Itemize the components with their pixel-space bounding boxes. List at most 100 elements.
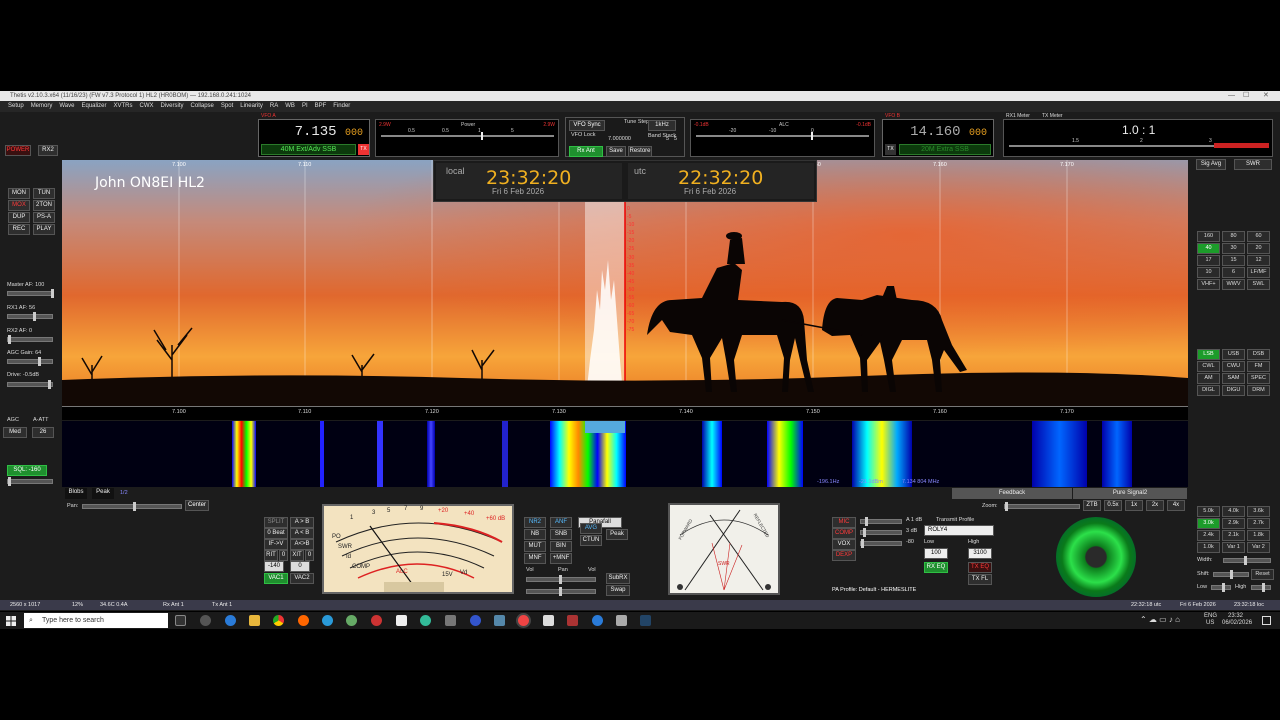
app-icon[interactable] xyxy=(592,615,603,626)
agc-mode-select[interactable]: Med xyxy=(3,427,27,438)
menu-collapse[interactable]: Collapse xyxy=(191,101,214,112)
a-to-b-button[interactable]: A > B xyxy=(290,517,314,528)
peak-button[interactable]: Peak xyxy=(92,488,114,499)
mode-cwu[interactable]: CWU xyxy=(1222,361,1245,372)
zoom-slider[interactable] xyxy=(1004,502,1080,511)
vox-slider[interactable] xyxy=(860,539,902,548)
vox-button[interactable]: VOX xyxy=(832,539,856,550)
filter-2-4k[interactable]: 2.4k xyxy=(1197,530,1220,541)
menu-ra[interactable]: RA xyxy=(270,101,278,112)
menu-wb[interactable]: WB xyxy=(285,101,295,112)
avg-button[interactable]: AVG xyxy=(580,523,602,534)
maximize-icon[interactable]: ☐ xyxy=(1243,91,1249,101)
menu-wave[interactable]: Wave xyxy=(59,101,74,112)
band-160[interactable]: 160 xyxy=(1197,231,1220,242)
filter-var1[interactable]: Var 1 xyxy=(1222,542,1245,553)
mic-button[interactable]: MIC xyxy=(832,517,856,528)
a-swap-b-button[interactable]: A<>B xyxy=(290,539,314,550)
vfo-a-tx-button[interactable]: TX xyxy=(358,144,369,155)
balance-slider[interactable] xyxy=(526,587,596,596)
close-icon[interactable]: ✕ xyxy=(1263,91,1269,101)
mnf-button[interactable]: MNF xyxy=(524,553,546,564)
app-icon[interactable] xyxy=(396,615,407,626)
menu-memory[interactable]: Memory xyxy=(31,101,53,112)
bin-button[interactable]: BIN xyxy=(550,541,572,552)
low-slider[interactable] xyxy=(1211,583,1231,592)
app-icon[interactable] xyxy=(371,615,382,626)
mode-spec[interactable]: SPEC xyxy=(1247,373,1270,384)
agc-gain-slider[interactable] xyxy=(7,357,53,366)
power-button[interactable]: POWER xyxy=(5,145,31,156)
rit-button[interactable]: RIT xyxy=(264,550,278,561)
zoom-2x[interactable]: 2x xyxy=(1146,500,1164,511)
filter-1-8k[interactable]: 1.8k xyxy=(1247,530,1270,541)
zero-beat-button[interactable]: 0 Beat xyxy=(264,528,288,539)
drive-slider[interactable] xyxy=(7,380,53,389)
band-lf-mf[interactable]: LF/MF xyxy=(1247,267,1270,278)
filter-3-6k[interactable]: 3.6k xyxy=(1247,506,1270,517)
menu-xvtrs[interactable]: XVTRs xyxy=(114,101,133,112)
file-explorer-icon[interactable] xyxy=(249,615,260,626)
dexp-button[interactable]: DEXP xyxy=(832,550,856,561)
tx-eq-button[interactable]: TX EQ xyxy=(968,562,992,573)
tx-meter-mode-select[interactable]: SWR xyxy=(1234,159,1272,170)
zoom-4x[interactable]: 4x xyxy=(1167,500,1185,511)
mode-lsb[interactable]: LSB xyxy=(1197,349,1220,360)
band-60[interactable]: 60 xyxy=(1247,231,1270,242)
app-icon[interactable] xyxy=(543,615,554,626)
band-20[interactable]: 20 xyxy=(1247,243,1270,254)
mox-button[interactable]: MOX xyxy=(8,200,30,211)
vac1-button[interactable]: VAC1 xyxy=(264,573,288,584)
menu-setup[interactable]: Setup xyxy=(8,101,24,112)
tray-icons[interactable]: ⌃ ☁ ▭ ♪ ⌂ xyxy=(1140,615,1180,624)
filter-3-0k[interactable]: 3.0k xyxy=(1197,518,1220,529)
band-10[interactable]: 10 xyxy=(1197,267,1220,278)
band-vhf[interactable]: VHF+ xyxy=(1197,279,1220,290)
rx-meter-mode-select[interactable]: Sig Avg xyxy=(1196,159,1226,170)
mic-gain-slider[interactable] xyxy=(860,517,902,526)
band-wwv[interactable]: WWV xyxy=(1222,279,1245,290)
chrome-icon[interactable] xyxy=(273,615,284,626)
band-80[interactable]: 80 xyxy=(1222,231,1245,242)
vfo-b-display[interactable]: VFO B 14.160 000 TX 20M Extra SSB xyxy=(882,113,994,157)
task-view-icon[interactable] xyxy=(175,615,186,626)
vac2-button[interactable]: VAC2 xyxy=(290,573,314,584)
tune-step-select[interactable]: 1kHz xyxy=(648,120,676,131)
nr2-button[interactable]: NR2 xyxy=(524,517,546,528)
mon-button[interactable]: MON xyxy=(8,188,30,199)
menu-equalizer[interactable]: Equalizer xyxy=(81,101,106,112)
mode-fm[interactable]: FM xyxy=(1247,361,1270,372)
master-af-slider[interactable] xyxy=(7,289,54,298)
comp-button[interactable]: COMP xyxy=(832,528,856,539)
ctun-button[interactable]: CTUN xyxy=(580,535,602,546)
zoom-0-5x[interactable]: 0.5x xyxy=(1104,500,1122,511)
filter-4-0k[interactable]: 4.0k xyxy=(1222,506,1245,517)
peak-hold-button[interactable]: Peak xyxy=(606,529,628,540)
filter-2-9k[interactable]: 2.9k xyxy=(1222,518,1245,529)
band-swl[interactable]: SWL xyxy=(1247,279,1270,290)
band-12[interactable]: 12 xyxy=(1247,255,1270,266)
rx1-af-slider[interactable] xyxy=(7,312,53,321)
mode-usb[interactable]: USB xyxy=(1222,349,1245,360)
menu-spot[interactable]: Spot xyxy=(221,101,233,112)
high-slider[interactable] xyxy=(1251,583,1271,592)
mode-digl[interactable]: DIGL xyxy=(1197,385,1220,396)
xit-offset-field[interactable]: 0 xyxy=(290,561,310,572)
rit-offset-field[interactable]: -140 xyxy=(264,561,284,572)
search-input[interactable]: ⌕ Type here to search xyxy=(24,613,168,628)
snb-button[interactable]: SNB xyxy=(550,529,572,540)
swap-button[interactable]: Swap xyxy=(606,585,630,596)
filter-5-0k[interactable]: 5.0k xyxy=(1197,506,1220,517)
app-icon[interactable] xyxy=(445,615,456,626)
blobs-button[interactable]: Blobs xyxy=(65,488,87,499)
shift-reset-button[interactable]: Reset xyxy=(1251,569,1274,580)
split-button[interactable]: SPLIT xyxy=(264,517,288,528)
thetis-taskbar-icon[interactable] xyxy=(518,615,529,626)
settings-gear-icon[interactable] xyxy=(200,615,211,626)
transmit-profile-select[interactable]: ROLY4 xyxy=(924,525,994,536)
band-40[interactable]: 40 xyxy=(1197,243,1220,254)
rx2-button[interactable]: RX2 xyxy=(38,145,58,156)
filter-1-0k[interactable]: 1.0k xyxy=(1197,542,1220,553)
start-icon[interactable] xyxy=(6,616,16,626)
waterfall[interactable]: -196.1Hz -21.1dBm 7.134 804 MHz xyxy=(62,421,1188,487)
